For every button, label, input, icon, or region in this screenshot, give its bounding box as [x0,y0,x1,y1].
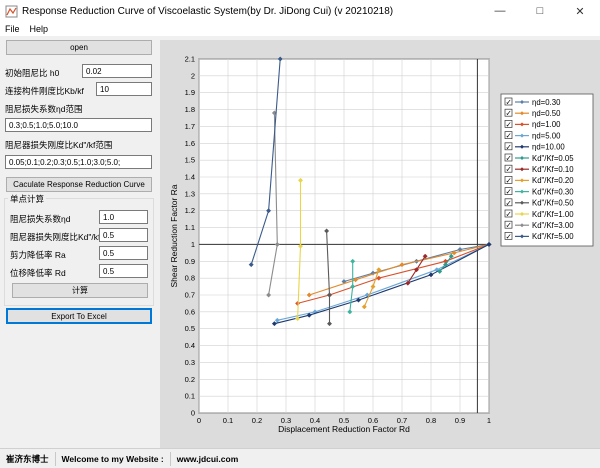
menu-bar: File Help [0,22,600,36]
y-tick-label: 0.1 [185,392,195,401]
maximize-icon[interactable]: □ [520,0,560,22]
nd-label: 阻尼损失系数ηd [10,214,71,224]
y-tick-label: 0.3 [185,358,195,367]
response-reduction-chart: 0 0.1 0.2 0.3 0.4 0.5 0.6 0.7 0.8 0.9 100.10.20.30… [169,55,594,434]
window-title: Response Reduction Curve of Viscoelastic… [22,5,394,17]
legend-check-icon: ✓ [506,131,512,140]
status-welcome: Welcome to my Website : [56,451,171,466]
h0-input[interactable]: 0.02 [82,64,152,78]
y-tick-label: 1.4 [185,173,195,182]
legend-entry: ηd=10.00 [532,143,565,152]
y-tick-label: 1.8 [185,105,195,114]
kd-range-label: 阻尼器损失刚度比Kd"/kf范围 [5,140,113,150]
y-tick-label: 0 [191,409,195,418]
y-tick-label: 1.3 [185,189,195,198]
x-tick-label: 1 [487,416,491,425]
y-tick-label: 0.5 [185,324,195,333]
ra-input[interactable]: 0.5 [99,246,148,260]
y-tick-label: 1.6 [185,139,195,148]
y-tick-label: 1.1 [185,223,195,232]
x-tick-label: 0.1 [223,416,233,425]
y-tick-label: 2 [191,71,195,80]
legend-check-icon: ✓ [506,198,512,207]
legend-check-icon: ✓ [506,176,512,185]
legend-entry: Kd"/Kf=0.20 [532,176,574,185]
app-window: Response Reduction Curve of Viscoelastic… [0,0,600,468]
y-tick-label: 0.6 [185,307,195,316]
legend-entry: ηd=5.00 [532,131,561,140]
y-tick-label: 1.5 [185,156,195,165]
nd-range-label: 阻尼损失系数ηd范围 [5,104,83,114]
kd-range-input[interactable]: 0.05;0.1;0.2;0.3;0.5;1.0;3.0;5.0; [5,155,152,169]
ra-label: 剪力降低率 Ra [10,250,66,260]
legend-check-icon: ✓ [506,154,512,163]
menu-help[interactable]: Help [25,22,54,36]
kbkf-label: 连接构件刚度比Kb/kf [5,86,84,96]
chart-area: 0 0.1 0.2 0.3 0.4 0.5 0.6 0.7 0.8 0.9 1 0 0.1 0.2 0.3 0… [160,40,600,448]
x-axis-label: Displacement Reduction Factor Rd [278,424,410,434]
legend-check-icon: ✓ [506,187,512,196]
status-author: 崔济东博士 [0,451,56,466]
nd-range-input[interactable]: 0.3;0.5;1.0;5.0;10.0 [5,118,152,132]
legend-check-icon: ✓ [506,98,512,107]
x-tick-label: 0 [197,416,201,425]
y-tick-label: 1 [191,240,195,249]
y-tick-label: 1.9 [185,88,195,97]
menu-file[interactable]: File [0,22,25,36]
legend-entry: Kd"/Kf=0.05 [532,154,574,163]
status-bar: 崔济东博士 Welcome to my Website : www.jdcui.… [0,448,600,468]
legend-check-icon: ✓ [506,232,512,241]
legend-entry: Kd"/Kf=3.00 [532,221,574,230]
legend-check-icon: ✓ [506,142,512,151]
nd-input[interactable]: 1.0 [99,210,148,224]
legend-check-icon: ✓ [506,221,512,230]
close-icon[interactable]: ✕ [560,0,600,22]
export-excel-button[interactable]: Export To Excel [6,308,152,324]
rd-label: 位移降低率 Rd [10,268,66,278]
y-tick-label: 0.2 [185,375,195,384]
legend-entry: Kd"/Kf=5.00 [532,232,574,241]
status-website[interactable]: www.jdcui.com [171,452,245,466]
y-tick-label: 0.8 [185,274,195,283]
y-tick-label: 0.9 [185,257,195,266]
legend-entry: ηd=0.50 [532,109,561,118]
legend-entry: Kd"/Kf=0.50 [532,199,574,208]
h0-label: 初始阻尼比 h0 [5,68,60,78]
compute-button[interactable]: 计算 [12,283,148,298]
open-button[interactable]: open [6,40,152,55]
left-panel: open 初始阻尼比 h0 0.02 连接构件刚度比Kb/kf 10 阻尼损失系… [0,36,160,448]
app-icon [5,5,18,18]
legend: ✓ ηd=0.30 ✓ ηd=0.50 ✓ ηd=1.00 ✓ ηd=5.00 ✓ ηd=10.0… [500,93,594,247]
y-tick-label: 2.1 [185,55,195,64]
y-tick-label: 0.4 [185,341,195,350]
y-tick-label: 0.7 [185,291,195,300]
kd-label: 阻尼器损失刚度比Kd"/kf [10,232,101,242]
legend-entry: Kd"/Kf=0.10 [532,165,574,174]
legend-check-icon: ✓ [506,120,512,129]
calc-curve-button[interactable]: Caculate Response Reduction Curve [6,177,152,192]
rd-input[interactable]: 0.5 [99,264,148,278]
legend-check-icon: ✓ [506,165,512,174]
legend-entry: ηd=1.00 [532,120,561,129]
single-point-group-title: 单点计算 [8,193,47,205]
kd-input[interactable]: 0.5 [99,228,148,242]
legend-check-icon: ✓ [506,109,512,118]
x-tick-label: 0.9 [455,416,465,425]
kbkf-input[interactable]: 10 [96,82,152,96]
y-tick-label: 1.2 [185,206,195,215]
y-axis-label: Shear Reduction Factor Ra [169,184,179,287]
legend-entry: ηd=0.30 [532,98,561,107]
legend-check-icon: ✓ [506,210,512,219]
legend-entry: Kd"/Kf=0.30 [532,187,574,196]
minimize-icon[interactable]: — [480,0,520,22]
y-tick-label: 1.7 [185,122,195,131]
legend-entry: Kd"/Kf=1.00 [532,210,574,219]
x-tick-label: 0.2 [252,416,262,425]
x-tick-label: 0.8 [426,416,436,425]
title-bar: Response Reduction Curve of Viscoelastic… [0,0,600,22]
